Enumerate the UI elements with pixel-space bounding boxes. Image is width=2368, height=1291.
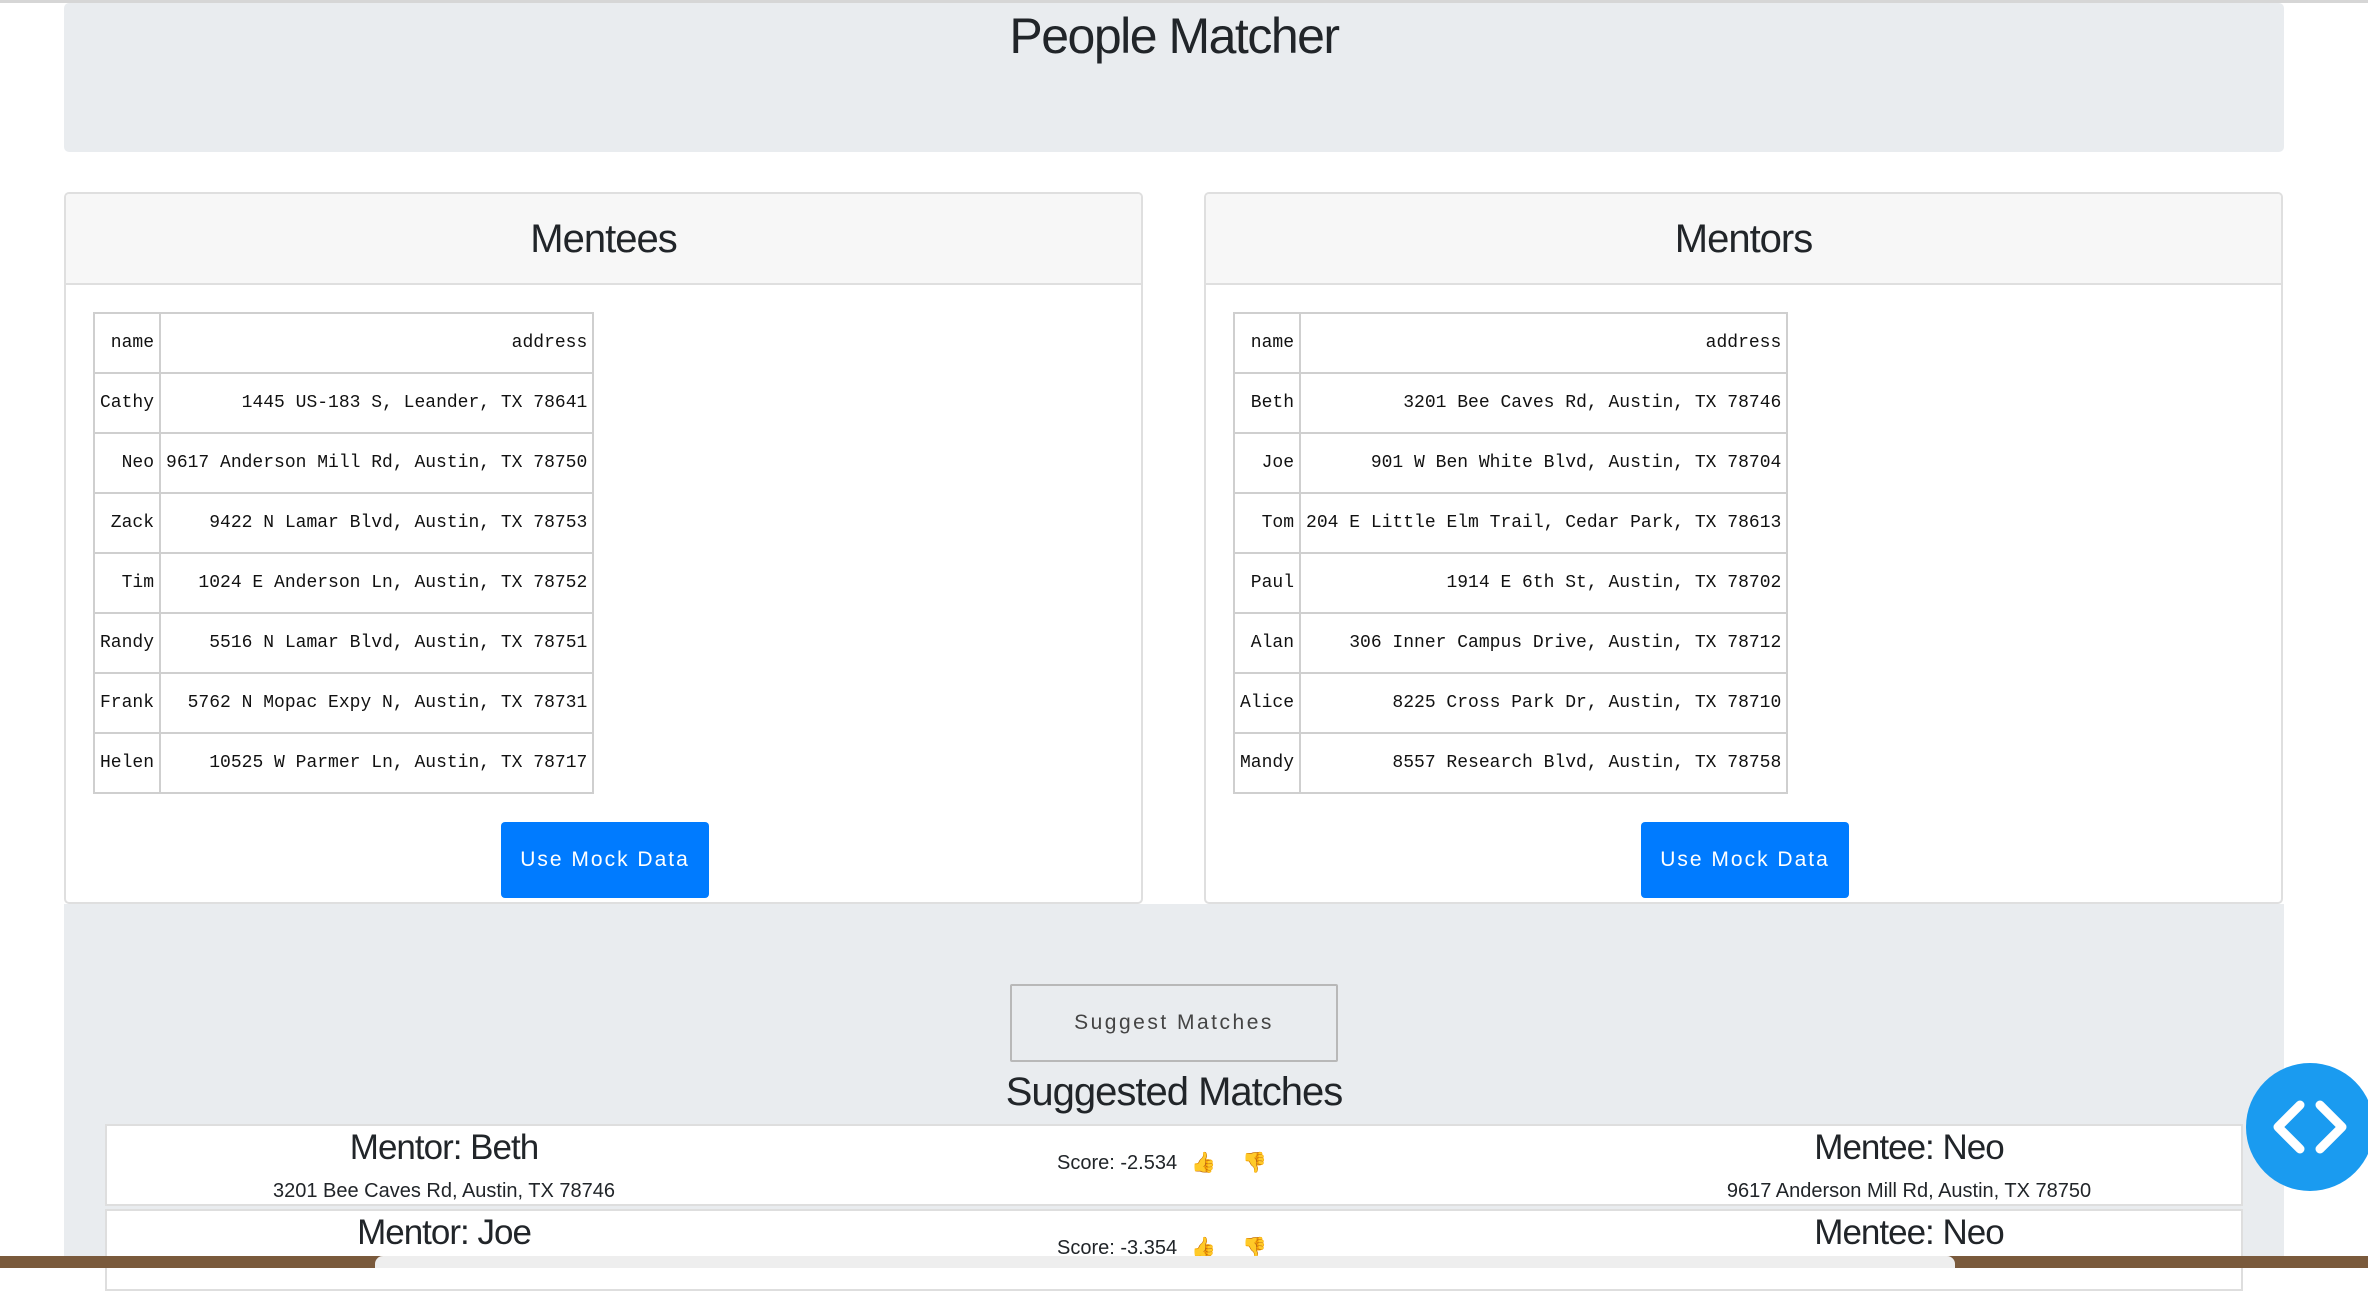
match-score: Score: -2.534 👍 👎	[1057, 1150, 1267, 1175]
cell-address: 3201 Bee Caves Rd, Austin, TX 78746	[1299, 372, 1789, 434]
cell-address: 1024 E Anderson Ln, Austin, TX 78752	[159, 552, 595, 614]
table-row: Zack 9422 N Lamar Blvd, Austin, TX 78753	[92, 492, 595, 554]
cell-name: Mandy	[1232, 732, 1302, 794]
cell-address: 204 E Little Elm Trail, Cedar Park, TX 7…	[1299, 492, 1789, 554]
match-mentor-name: Mentor: Joe	[357, 1213, 532, 1252]
column-header-name: name	[92, 312, 162, 374]
table-row: Tom 204 E Little Elm Trail, Cedar Park, T…	[1232, 492, 1789, 554]
cell-address: 9617 Anderson Mill Rd, Austin, TX 78750	[159, 432, 595, 494]
cell-address: 8557 Research Blvd, Austin, TX 78758	[1299, 732, 1789, 794]
thumbs-up-icon[interactable]: 👍	[1191, 1150, 1216, 1175]
cell-name: Paul	[1232, 552, 1302, 614]
match-mentee-name: Mentee: Neo	[1814, 1213, 2004, 1252]
cell-name: Alice	[1232, 672, 1302, 734]
table-row: Tim 1024 E Anderson Ln, Austin, TX 78752	[92, 552, 595, 614]
match-mentee-name: Mentee: Neo	[1814, 1128, 2004, 1167]
cell-address: 10525 W Parmer Ln, Austin, TX 78717	[159, 732, 595, 794]
mentors-card-header: Mentors	[1206, 194, 2281, 285]
table-row: Mandy 8557 Research Blvd, Austin, TX 7875…	[1232, 732, 1789, 794]
table-header-row: name address	[92, 312, 595, 374]
cell-address: 8225 Cross Park Dr, Austin, TX 78710	[1299, 672, 1789, 734]
cell-name: Tom	[1232, 492, 1302, 554]
cell-address: 1445 US-183 S, Leander, TX 78641	[159, 372, 595, 434]
code-fab-button[interactable]	[2246, 1063, 2368, 1191]
table-row: Cathy 1445 US-183 S, Leander, TX 78641	[92, 372, 595, 434]
match-mentee-address: 9617 Anderson Mill Rd, Austin, TX 78750	[1726, 1180, 2092, 1202]
mentees-card-header: Mentees	[66, 194, 1141, 285]
match-card: Mentor: Joe Score: -3.354 👍 👎 Mentee: Neo	[105, 1209, 2243, 1291]
mentors-card: Mentors name address Beth 3201 Bee Caves …	[1204, 192, 2283, 904]
table-row: Randy 5516 N Lamar Blvd, Austin, TX 78751	[92, 612, 595, 674]
table-row: Frank 5762 N Mopac Expy N, Austin, TX 787…	[92, 672, 595, 734]
table-row: Joe 901 W Ben White Blvd, Austin, TX 7870…	[1232, 432, 1789, 494]
cell-name: Joe	[1232, 432, 1302, 494]
cell-address: 5762 N Mopac Expy N, Austin, TX 78731	[159, 672, 595, 734]
cell-name: Alan	[1232, 612, 1302, 674]
cell-address: 1914 E 6th St, Austin, TX 78702	[1299, 552, 1789, 614]
cell-address: 306 Inner Campus Drive, Austin, TX 78712	[1299, 612, 1789, 674]
mentees-use-mock-data-button[interactable]: Use Mock Data	[501, 822, 709, 898]
bottom-overlay-strip	[375, 1256, 1955, 1268]
match-card: Mentor: Beth 3201 Bee Caves Rd, Austin, …	[105, 1124, 2243, 1206]
mentees-title: Mentees	[530, 217, 677, 261]
header-jumbotron: People Matcher	[64, 3, 2284, 152]
column-header-address: address	[1299, 312, 1789, 374]
match-score-text: Score: -2.534	[1057, 1152, 1178, 1174]
column-header-name: name	[1232, 312, 1302, 374]
page-title: People Matcher	[1009, 8, 1340, 64]
cell-name: Helen	[92, 732, 162, 794]
thumbs-down-icon[interactable]: 👎	[1242, 1150, 1267, 1175]
suggest-section: Suggest Matches Suggested Matches Mentor…	[64, 904, 2284, 1291]
cell-name: Randy	[92, 612, 162, 674]
column-header-address: address	[159, 312, 595, 374]
cell-name: Zack	[92, 492, 162, 554]
table-row: Helen 10525 W Parmer Ln, Austin, TX 78717	[92, 732, 595, 794]
mentors-table: name address Beth 3201 Bee Caves Rd, Aust…	[1232, 312, 1789, 794]
table-row: Beth 3201 Bee Caves Rd, Austin, TX 78746	[1232, 372, 1789, 434]
cell-name: Neo	[92, 432, 162, 494]
match-mentor-address: 3201 Bee Caves Rd, Austin, TX 78746	[272, 1180, 616, 1202]
cell-name: Tim	[92, 552, 162, 614]
cell-address: 9422 N Lamar Blvd, Austin, TX 78753	[159, 492, 595, 554]
table-row: Paul 1914 E 6th St, Austin, TX 78702	[1232, 552, 1789, 614]
cell-name: Beth	[1232, 372, 1302, 434]
mentees-table: name address Cathy 1445 US-183 S, Leander…	[92, 312, 595, 794]
mentors-use-mock-data-button[interactable]: Use Mock Data	[1641, 822, 1849, 898]
table-header-row: name address	[1232, 312, 1789, 374]
match-mentor-name: Mentor: Beth	[349, 1128, 539, 1167]
suggest-matches-button[interactable]: Suggest Matches	[1010, 984, 1338, 1062]
cell-name: Frank	[92, 672, 162, 734]
cell-address: 5516 N Lamar Blvd, Austin, TX 78751	[159, 612, 595, 674]
code-icon	[2273, 1100, 2347, 1154]
table-row: Alan 306 Inner Campus Drive, Austin, TX 7…	[1232, 612, 1789, 674]
mentors-title: Mentors	[1674, 217, 1814, 261]
cell-name: Cathy	[92, 372, 162, 434]
table-row: Neo 9617 Anderson Mill Rd, Austin, TX 787…	[92, 432, 595, 494]
suggested-matches-title: Suggested Matches	[1005, 1070, 1344, 1114]
mentees-card: Mentees name address Cathy 1445 US-183 S,…	[64, 192, 1143, 904]
cell-address: 901 W Ben White Blvd, Austin, TX 78704	[1299, 432, 1789, 494]
table-row: Alice 8225 Cross Park Dr, Austin, TX 7871…	[1232, 672, 1789, 734]
